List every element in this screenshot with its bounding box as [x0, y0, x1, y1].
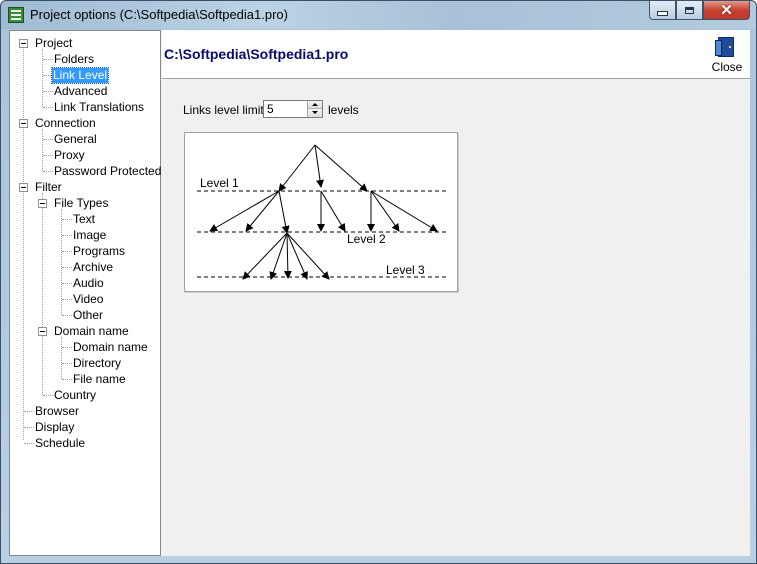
- tree-line: [43, 91, 53, 92]
- door-exit-icon: [715, 37, 734, 57]
- collapse-icon[interactable]: [38, 199, 47, 208]
- links-level-limit-label: Links level limit: [183, 103, 264, 117]
- tree-item-proxy[interactable]: Proxy: [53, 148, 86, 163]
- tree-item-video[interactable]: Video: [72, 292, 104, 307]
- tree-item-other[interactable]: Other: [72, 308, 104, 323]
- tree-item-password-protected[interactable]: Password Protected: [53, 164, 162, 179]
- tree-item-connection[interactable]: Connection: [34, 116, 97, 131]
- diagram-level-1-label: Level 1: [200, 176, 239, 190]
- tree-line: [62, 315, 72, 316]
- tree-item-directory[interactable]: Directory: [72, 356, 122, 371]
- tree-item-image[interactable]: Image: [72, 228, 107, 243]
- tree-item-link-translations[interactable]: Link Translations: [53, 100, 145, 115]
- tree-line: [23, 47, 24, 440]
- tree-line: [62, 219, 72, 220]
- tree-line: [62, 267, 72, 268]
- content-panel: C:\Softpedia\Softpedia1.pro Close Links …: [162, 30, 750, 556]
- maximize-button[interactable]: [676, 1, 703, 20]
- tree-line: [43, 395, 53, 396]
- maximize-icon: [685, 6, 694, 14]
- diagram-level-2-label: Level 2: [347, 232, 386, 246]
- tree-item-project[interactable]: Project: [34, 36, 73, 51]
- tree-item-audio[interactable]: Audio: [72, 276, 105, 291]
- tree-line: [43, 107, 53, 108]
- tree-line: [62, 347, 72, 348]
- dialog-client: Project Folders Link Level Advanced Link…: [9, 30, 750, 556]
- options-tree[interactable]: Project Folders Link Level Advanced Link…: [9, 30, 161, 556]
- tree-item-link-level[interactable]: Link Level: [50, 67, 110, 84]
- minimize-button[interactable]: [649, 1, 676, 20]
- tree-line: [42, 49, 43, 107]
- tree-item-advanced[interactable]: Advanced: [53, 84, 108, 99]
- tree-line: [42, 129, 43, 171]
- tree-line: [62, 251, 72, 252]
- close-label: Close: [711, 60, 743, 74]
- title-bar[interactable]: Project options (C:\Softpedia\Softpedia1…: [1, 1, 756, 29]
- tree-item-browser[interactable]: Browser: [34, 404, 80, 419]
- close-icon: ✕: [720, 1, 733, 19]
- collapse-icon[interactable]: [19, 119, 28, 128]
- tree-line: [24, 427, 34, 428]
- tree-line: [43, 155, 53, 156]
- content-header: C:\Softpedia\Softpedia1.pro Close: [162, 30, 750, 79]
- app-icon: [8, 7, 24, 23]
- close-button[interactable]: Close: [708, 33, 746, 75]
- tree-line: [24, 443, 34, 444]
- tree-line: [62, 363, 72, 364]
- minimize-icon: [657, 10, 668, 16]
- tree-line: [62, 283, 72, 284]
- tree-line: [62, 235, 72, 236]
- link-level-diagram: Level 1 Level 2 Level 3: [184, 132, 458, 292]
- tree-line: [43, 171, 53, 172]
- spinner-buttons: [307, 101, 322, 117]
- tree-line: [43, 59, 53, 60]
- link-level-tree-illustration: Level 1 Level 2 Level 3: [197, 144, 447, 280]
- tree-item-country[interactable]: Country: [53, 388, 97, 403]
- tree-line: [43, 139, 53, 140]
- tree-item-domain-name-group[interactable]: Domain name: [53, 324, 130, 339]
- window-title: Project options (C:\Softpedia\Softpedia1…: [30, 7, 288, 22]
- tree-item-text[interactable]: Text: [72, 212, 96, 227]
- tree-item-general[interactable]: General: [53, 132, 98, 147]
- spinner-down-arrow-icon[interactable]: [308, 109, 322, 117]
- tree-item-archive[interactable]: Archive: [72, 260, 114, 275]
- tree-line: [62, 299, 72, 300]
- tree-line: [42, 193, 43, 395]
- close-window-button[interactable]: ✕: [703, 1, 750, 20]
- project-path-title: C:\Softpedia\Softpedia1.pro: [164, 46, 349, 62]
- tree-item-filter[interactable]: Filter: [34, 180, 63, 195]
- tree-line: [61, 337, 62, 379]
- spinner-up-arrow-icon[interactable]: [308, 101, 322, 109]
- tree-item-file-types[interactable]: File Types: [53, 196, 109, 211]
- diagram-level-3-label: Level 3: [386, 263, 425, 277]
- tree-line: [24, 411, 34, 412]
- tree-item-folders[interactable]: Folders: [53, 52, 95, 67]
- tree-line: [62, 379, 72, 380]
- links-level-input[interactable]: [264, 101, 312, 117]
- tree-item-programs[interactable]: Programs: [72, 244, 126, 259]
- tree-item-domain-name[interactable]: Domain name: [72, 340, 149, 355]
- collapse-icon[interactable]: [19, 183, 28, 192]
- project-options-window: Project options (C:\Softpedia\Softpedia1…: [0, 0, 757, 564]
- collapse-icon[interactable]: [19, 39, 28, 48]
- tree-item-schedule[interactable]: Schedule: [34, 436, 86, 451]
- tree-item-file-name[interactable]: File name: [72, 372, 127, 387]
- links-level-spinner[interactable]: [263, 100, 323, 118]
- collapse-icon[interactable]: [38, 327, 47, 336]
- tree-item-display[interactable]: Display: [34, 420, 75, 435]
- levels-unit-label: levels: [328, 103, 359, 117]
